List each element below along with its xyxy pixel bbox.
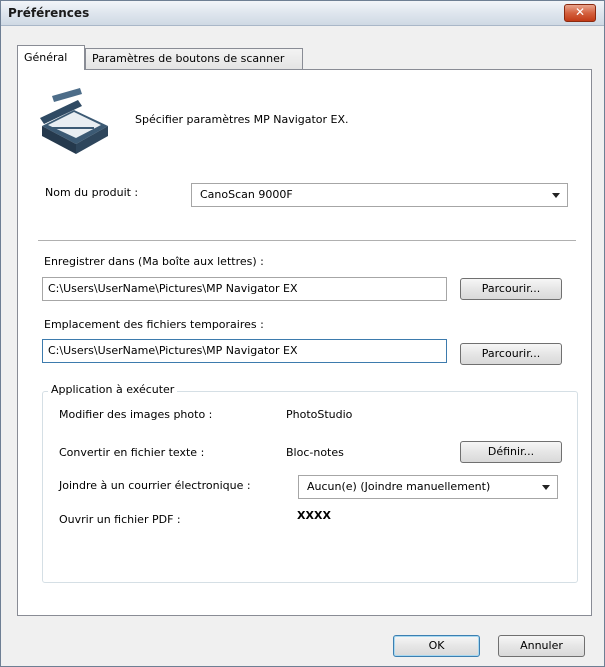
app-group-label: Application à exécuter: [48, 383, 178, 396]
browse-save-in-button[interactable]: Parcourir...: [460, 278, 562, 300]
product-label: Nom du produit :: [45, 186, 139, 199]
close-icon: ✕: [574, 5, 586, 19]
pdf-value: XXXX: [297, 509, 331, 522]
cancel-button[interactable]: Annuler: [498, 635, 585, 657]
scanner-icon: [40, 88, 108, 154]
chevron-down-icon: [552, 193, 560, 198]
window-title: Préférences: [8, 6, 90, 20]
title-bar[interactable]: Préférences ✕: [1, 1, 604, 26]
tab-general[interactable]: Général: [17, 45, 85, 70]
edit-photo-value: PhotoStudio: [286, 408, 353, 421]
general-tab-panel: Spécifier paramètres MP Navigator EX. No…: [17, 69, 592, 616]
tab-scanner-buttons[interactable]: Paramètres de boutons de scanner: [85, 48, 303, 69]
header-text: Spécifier paramètres MP Navigator EX.: [135, 113, 349, 126]
chevron-down-icon: [542, 485, 550, 490]
temp-location-value: C:\Users\UserName\Pictures\MP Navigator …: [48, 344, 298, 357]
save-in-value: C:\Users\UserName\Pictures\MP Navigator …: [48, 282, 298, 295]
email-value: Aucun(e) (Joindre manuellement): [307, 480, 491, 493]
temp-location-field[interactable]: C:\Users\UserName\Pictures\MP Navigator …: [42, 339, 447, 363]
text-convert-label: Convertir en fichier texte :: [59, 446, 205, 459]
email-select[interactable]: Aucun(e) (Joindre manuellement): [298, 475, 558, 499]
product-select[interactable]: CanoScan 9000F: [191, 183, 568, 207]
save-in-label: Enregistrer dans (Ma boîte aux lettres) …: [44, 255, 264, 268]
product-value: CanoScan 9000F: [200, 188, 293, 201]
separator: [38, 240, 576, 241]
edit-photo-label: Modifier des images photo :: [59, 408, 213, 421]
temp-label: Emplacement des fichiers temporaires :: [44, 318, 264, 331]
pdf-label: Ouvrir un fichier PDF :: [59, 513, 181, 526]
text-convert-value: Bloc-notes: [286, 446, 344, 459]
browse-temp-button[interactable]: Parcourir...: [460, 343, 562, 365]
save-in-field[interactable]: C:\Users\UserName\Pictures\MP Navigator …: [42, 277, 447, 301]
define-button[interactable]: Définir...: [460, 441, 562, 463]
close-button[interactable]: ✕: [564, 4, 596, 22]
preferences-dialog: Préférences ✕ Général Paramètres de bout…: [0, 0, 605, 667]
ok-button[interactable]: OK: [393, 635, 480, 657]
email-label: Joindre à un courrier électronique :: [59, 479, 251, 492]
